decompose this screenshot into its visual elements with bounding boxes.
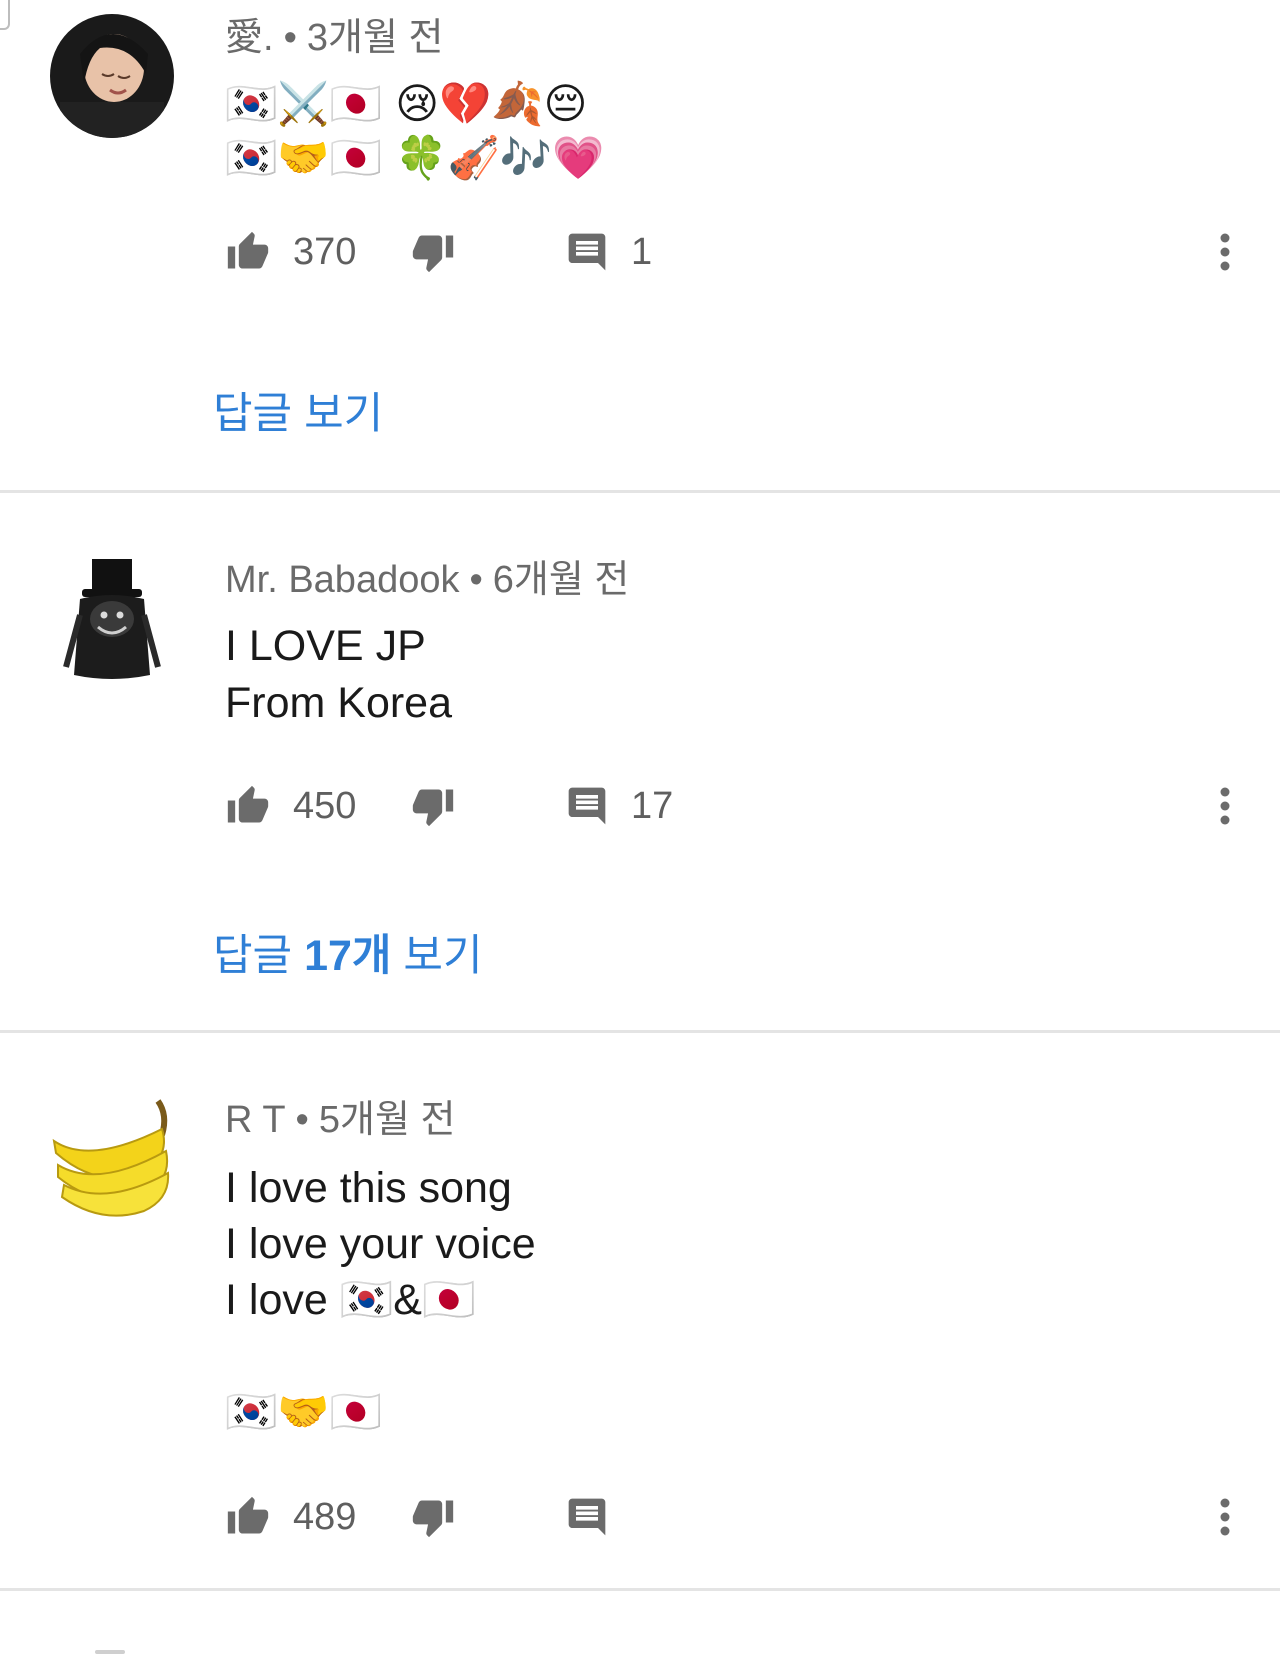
comment-time: 3개월 전 xyxy=(306,17,444,59)
more-vert-icon xyxy=(1219,1497,1231,1537)
author-name[interactable]: 愛. xyxy=(225,17,274,59)
comment-text-line: I LOVE JP xyxy=(225,622,426,670)
comment-divider xyxy=(0,1030,1280,1033)
like-button[interactable]: 489 xyxy=(225,1487,356,1547)
view-replies-suffix: 보기 xyxy=(391,932,483,980)
avatar[interactable] xyxy=(50,14,174,138)
comment-divider xyxy=(0,490,1280,493)
comment-icon xyxy=(565,230,609,274)
thumbs-down-icon xyxy=(410,230,456,274)
comment-meta: Mr. Babadook • 6개월 전 xyxy=(225,558,629,602)
comment-meta: 愛. • 3개월 전 xyxy=(225,16,443,60)
avatar[interactable] xyxy=(50,555,174,679)
like-count: 450 xyxy=(293,784,357,827)
more-options-button[interactable] xyxy=(1205,776,1245,836)
author-name[interactable]: R T xyxy=(225,1099,286,1141)
meta-separator: • xyxy=(283,17,297,59)
more-vert-icon xyxy=(1219,786,1231,826)
reply-count: 1 xyxy=(631,230,653,273)
reply-count: 17 xyxy=(631,784,674,827)
reply-button[interactable] xyxy=(565,1487,609,1547)
comment-text-line: From Korea xyxy=(225,679,453,727)
dislike-button[interactable] xyxy=(410,222,456,282)
reply-button[interactable]: 1 xyxy=(565,222,652,282)
comment-text-line: I love your voice xyxy=(225,1220,536,1268)
like-count: 489 xyxy=(293,1495,357,1538)
more-options-button[interactable] xyxy=(1205,1487,1245,1547)
scroll-edge-mark xyxy=(0,0,10,30)
comment-divider xyxy=(0,1588,1280,1591)
comment-text-line: 🇰🇷🤝🇯🇵 🍀🎻🎶💗 xyxy=(225,133,605,182)
more-options-button[interactable] xyxy=(1205,222,1245,282)
comment-icon xyxy=(565,784,609,828)
comment-time: 6개월 전 xyxy=(492,559,630,601)
thumbs-up-icon xyxy=(225,230,271,274)
thumbs-down-icon xyxy=(410,784,456,828)
next-comment-avatar-edge xyxy=(95,1650,125,1654)
view-replies-link[interactable]: 답글 17개 보기 xyxy=(213,928,483,984)
dislike-button[interactable] xyxy=(410,776,456,836)
view-replies-prefix: 답글 xyxy=(213,932,305,980)
author-name[interactable]: Mr. Babadook xyxy=(225,559,459,601)
comment-actions: 489 xyxy=(225,1487,1245,1547)
view-replies-link[interactable]: 답글 보기 xyxy=(213,386,383,442)
meta-separator: • xyxy=(295,1099,309,1141)
thumbs-up-icon xyxy=(225,1495,271,1539)
comment-text-line: I love 🇰🇷&🇯🇵 xyxy=(225,1276,476,1324)
comment-text-line: 🇰🇷⚔️🇯🇵 😢💔🍂😔 xyxy=(225,79,588,128)
comment-actions: 450 17 xyxy=(225,776,1245,836)
reply-button[interactable]: 17 xyxy=(565,776,673,836)
more-vert-icon xyxy=(1219,232,1231,272)
dislike-button[interactable] xyxy=(410,1487,456,1547)
meta-separator: • xyxy=(469,559,483,601)
comment-icon xyxy=(565,1495,609,1539)
comment-meta: R T • 5개월 전 xyxy=(225,1098,455,1142)
comment-text-line: I love this song xyxy=(225,1164,512,1212)
comment-actions: 370 1 xyxy=(225,222,1245,282)
like-count: 370 xyxy=(293,230,357,273)
comment-time: 5개월 전 xyxy=(318,1099,456,1141)
view-replies-count: 17개 xyxy=(304,932,392,980)
thumbs-down-icon xyxy=(410,1495,456,1539)
avatar[interactable] xyxy=(50,1095,174,1219)
thumbs-up-icon xyxy=(225,784,271,828)
like-button[interactable]: 450 xyxy=(225,776,356,836)
comment-text-line: 🇰🇷🤝🇯🇵 xyxy=(225,1387,382,1436)
like-button[interactable]: 370 xyxy=(225,222,356,282)
